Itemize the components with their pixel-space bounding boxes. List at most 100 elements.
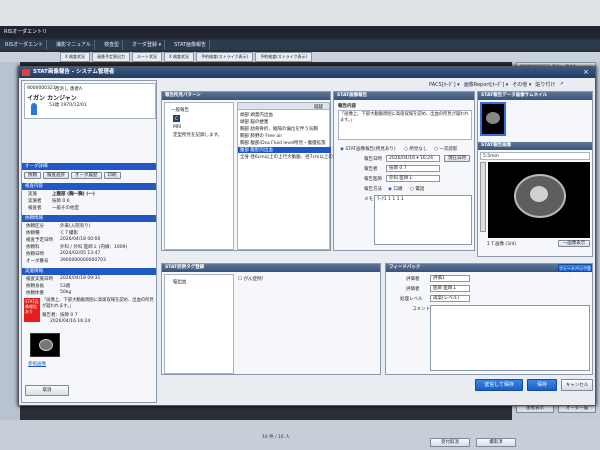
pattern-list-header: 疑疑	[238, 103, 329, 110]
tab-progress[interactable]: 検査進捗	[43, 172, 69, 179]
patient-id: 9000000321	[27, 86, 56, 91]
tab[interactable]: X 検査状況	[164, 52, 195, 62]
exec-label: 検査実施日時	[26, 277, 53, 282]
background-footer: 16 件 / 16 人 受付取消 撮影済	[0, 420, 600, 450]
tab[interactable]: 画像予定表出力	[92, 52, 131, 62]
exec-header: 実施情報	[22, 268, 156, 275]
stat-form-header: STAT画像報告	[334, 92, 474, 100]
paste-menu[interactable]: 貼り付け	[535, 81, 555, 88]
exec-label: 依頼身長	[26, 284, 44, 289]
cancel-button[interactable]: キャンセル	[561, 379, 593, 391]
now-button[interactable]: 現在日時	[444, 155, 470, 162]
cancel-report-button[interactable]: 取消	[25, 385, 69, 396]
pattern-item[interactable]: MRI	[173, 125, 181, 130]
request-value: 3900000000000703	[60, 258, 106, 263]
other-menu[interactable]: その他 ▾	[512, 81, 531, 88]
app-logo-icon	[22, 69, 30, 76]
comment-textarea[interactable]	[430, 305, 590, 371]
cancel-reception-button[interactable]: 受付取消	[430, 438, 470, 447]
feedback-label: 評価者	[406, 277, 420, 282]
stat-reporter: 報告者：技師 0 7	[42, 313, 78, 318]
request-value: 外来(入院有り)	[60, 224, 91, 229]
done-button[interactable]: 撮影済	[476, 438, 516, 447]
tab[interactable]: ルート状況	[132, 52, 163, 62]
patient-age: 53歳 1970/12/01	[49, 103, 87, 108]
feedback-register-button[interactable]: フィードバック登録	[558, 264, 592, 278]
tab-print[interactable]: 印刷	[103, 172, 121, 179]
report-textarea[interactable]: 「画像上、下部大動脈周囲に高吸収域を認め、出血の所見が疑われます。」	[338, 110, 472, 140]
reference-image-link[interactable]: 参照画像	[28, 361, 46, 367]
pattern-list-item[interactable]: 胸部 腹部(Dsa Fluid level所見・腹膜拡張	[240, 140, 326, 146]
feedback-select[interactable]: 再案(レベル)	[430, 295, 470, 302]
thumbnail-ct[interactable]	[480, 102, 506, 136]
pattern-list: 疑疑 頭部 頭蓋内出血 頭部 脳の梗塞 胸部 肋骨骨折、縦隔の偏位を伴う気胸 胸…	[237, 102, 337, 250]
exam-value: 上腹部 (胸一胸) (一)	[52, 192, 95, 197]
background-title: RISオーダエントリ	[0, 26, 600, 38]
viewer-tools[interactable]	[480, 162, 486, 232]
reporter-label: 報告者	[364, 167, 378, 172]
menu-item[interactable]: RISオーダエント	[2, 40, 48, 50]
tag-item[interactable]: 脳出血	[173, 279, 187, 285]
cancer-checkbox[interactable]: ☐ がん症例！	[238, 276, 266, 282]
pattern-list-item[interactable]: 全身 径6cm以上の上行大動脈、径7cm以上の下	[240, 154, 337, 160]
doctor-select[interactable]: 外科 医師１	[386, 175, 440, 182]
pattern-list-item[interactable]: 胸部 肋骨骨折、縦隔の偏位を伴う気胸	[240, 126, 318, 132]
image-panel: STAT報告データ画像サムネイル STAT報告画像 5.5mm 一画像表示 ＩＴ…	[477, 91, 593, 257]
stat-flag: STAT画像報告あり	[24, 298, 40, 322]
single-image-button[interactable]: 一画像表示	[558, 240, 590, 247]
exam-value: 一般その他室	[52, 206, 79, 211]
close-icon[interactable]: ×	[581, 68, 591, 77]
exec-value: 2026/04/18 09:31	[60, 276, 101, 281]
pattern-note: 定型所見を記録します。	[173, 133, 223, 138]
tab[interactable]: 予約検査(ストライク表示)	[255, 52, 313, 62]
report-menu[interactable]: 画像Report[ｵｰﾀﾞ] ▾	[464, 81, 509, 88]
male-icon	[31, 103, 37, 115]
date-label: 報告日時	[364, 157, 382, 162]
send-save-button[interactable]: 送信して保存	[475, 379, 523, 391]
tab-request[interactable]: 依頼	[24, 172, 41, 179]
stat-text: 「画像上、下部大動脈周囲に高吸収域を認め、出血の所見が疑われます。」	[42, 298, 154, 309]
request-label: 検査予定日時	[26, 238, 53, 243]
pattern-list-item[interactable]: 胸部 肺野の Free air	[240, 133, 282, 139]
menu-item[interactable]: オーダ登録 ▾	[129, 40, 166, 50]
menu-item[interactable]: 検査型	[101, 40, 123, 50]
patient-panel: 9000000321 イガン カンジャン 53歳 1970/12/01 西浜し …	[21, 80, 157, 403]
feedback-select[interactable]: 評価1	[430, 275, 470, 282]
page-count: 16 件 / 16 人	[262, 435, 290, 440]
date-input[interactable]: 2026/04/16 ▾ 16:24	[386, 155, 440, 162]
pattern-panel: 報告所見パターン 一般報告 C MRI 定型所見を記録します。 疑疑 頭部 頭蓋…	[161, 91, 337, 251]
radio-stat[interactable]: ◉ STAT画像報告(所見あり)	[340, 146, 396, 152]
menu-item[interactable]: 撮影マニュアル	[53, 40, 95, 50]
pattern-category[interactable]: 一般報告	[171, 107, 189, 113]
request-value: 外科 / 外科 医師１ (内線：1009)	[60, 245, 128, 250]
pattern-list-item-selected[interactable]: 腹部 腹腔内出血	[238, 147, 331, 153]
tab-history[interactable]: オーダ履歴	[71, 172, 102, 179]
pattern-list-item[interactable]: 頭部 頭蓋内出血	[240, 112, 273, 118]
reporter-select[interactable]: 技師 0 7	[386, 165, 440, 172]
thumbnail-image[interactable]	[30, 333, 60, 357]
dialog-title: STAT画像報告 - システム管理者	[33, 69, 115, 75]
memo-textarea[interactable]: ﾜｰｸ1 1 1 1 1	[374, 195, 472, 245]
pattern-list-item[interactable]: 頭部 脳の梗塞	[240, 119, 268, 125]
radio-first-read[interactable]: ○ 一次読影	[434, 146, 457, 152]
exam-value: 技師 0 6	[52, 199, 70, 204]
save-button[interactable]: 保存	[527, 379, 557, 391]
exam-label: 実施者	[28, 199, 42, 204]
exam-label: 実施	[28, 192, 37, 197]
toolbar: PACS[ｵｰﾀﾞ] ▾ 画像Report[ｵｰﾀﾞ] ▾ その他 ▾ 貼り付け…	[429, 81, 564, 88]
tab[interactable]: 予約検査(ストライク表示)	[196, 52, 254, 62]
pacs-menu[interactable]: PACS[ｵｰﾀﾞ] ▾	[429, 81, 460, 88]
background-tabs: X 検査状況 画像予定表出力 ルート状況 X 検査状況 予約検査(ストライク表示…	[0, 52, 600, 62]
viewer-slice[interactable]: 5.5mm	[483, 154, 499, 159]
patient-name: 西浜し 患者A	[55, 87, 83, 92]
radio-phone[interactable]: ○ 電話	[410, 186, 424, 192]
feedback-select[interactable]: 医師 医師１	[430, 285, 470, 292]
ct-image[interactable]	[488, 162, 590, 238]
tag-header: STAT症例タグ登録	[162, 264, 380, 272]
tab[interactable]: X 検査状況	[60, 52, 91, 62]
radio-none[interactable]: ○ 所見なし	[404, 146, 427, 152]
request-header: 依頼情報	[22, 215, 156, 222]
radio-verbal[interactable]: ◉ 口頭	[388, 186, 402, 192]
menu-item[interactable]: STAT画像報告	[171, 40, 211, 50]
popout-icon[interactable]: ↗	[559, 81, 563, 88]
